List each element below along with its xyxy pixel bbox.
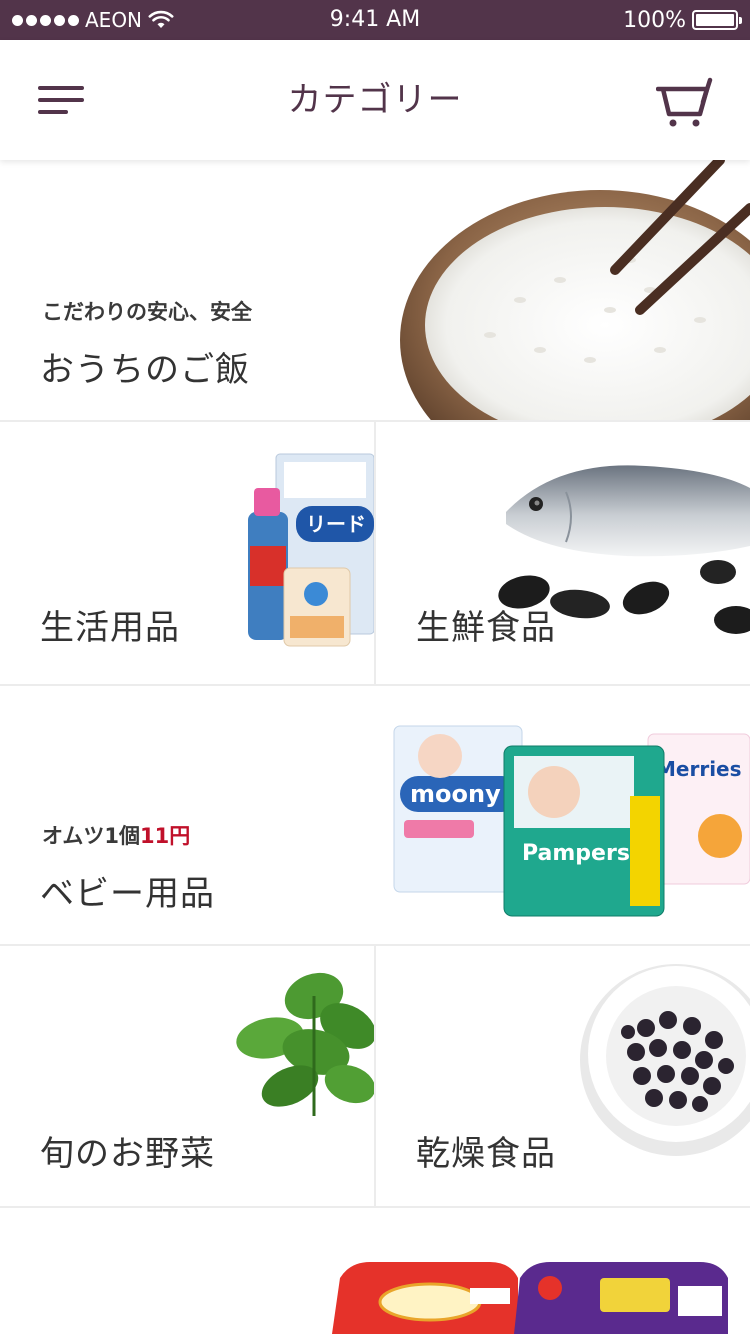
category-baby-goods[interactable]: moony Merries Pampers オムツ1個11円 ベビー用品	[0, 686, 750, 944]
category-title: おうちのご飯	[40, 350, 250, 390]
category-instant-noodles[interactable]	[0, 1208, 750, 1334]
basil-leaves-image	[236, 972, 374, 1116]
category-subtitle: オムツ1個11円	[42, 820, 190, 850]
category-dried-food[interactable]: 乾燥食品	[376, 946, 750, 1208]
svg-text:リード: リード	[306, 512, 366, 536]
rice-bowl-image	[400, 160, 750, 420]
category-title: 旬のお野菜	[40, 1134, 215, 1174]
category-fresh-food[interactable]: 生鮮食品	[376, 422, 750, 684]
promo-text: オムツ1個	[42, 824, 140, 848]
category-title: 生活用品	[40, 608, 180, 648]
cart-icon[interactable]	[655, 74, 714, 130]
promo-price: 11円	[139, 824, 191, 848]
diaper-packages-image: moony Merries Pampers	[393, 725, 750, 917]
page-title: カテゴリー	[287, 80, 463, 120]
svg-text:moony: moony	[410, 780, 501, 808]
category-home-meals[interactable]: こだわりの安心、安全 おうちのご飯	[0, 160, 750, 420]
navigation-bar: カテゴリー	[0, 40, 750, 160]
instant-noodle-packs-image	[332, 1262, 728, 1334]
svg-text:Pampers: Pampers	[522, 841, 630, 866]
household-products-image: リード	[248, 453, 374, 647]
category-seasonal-vegetables[interactable]: 旬のお野菜	[0, 946, 374, 1208]
battery-percentage: 100%	[623, 7, 686, 33]
category-title: 乾燥食品	[416, 1134, 556, 1174]
category-title: 生鮮食品	[416, 608, 556, 648]
category-title: ベビー用品	[40, 874, 215, 914]
bowl-of-dried-berries-image	[580, 964, 750, 1156]
svg-text:Merries: Merries	[656, 757, 742, 781]
status-right: 100%	[623, 0, 742, 40]
category-daily-goods[interactable]: リード 生活用品	[0, 422, 374, 684]
battery-icon	[692, 10, 742, 30]
category-subtitle: こだわりの安心、安全	[42, 300, 252, 324]
status-bar: AEON 9:41 AM 100%	[0, 0, 750, 40]
